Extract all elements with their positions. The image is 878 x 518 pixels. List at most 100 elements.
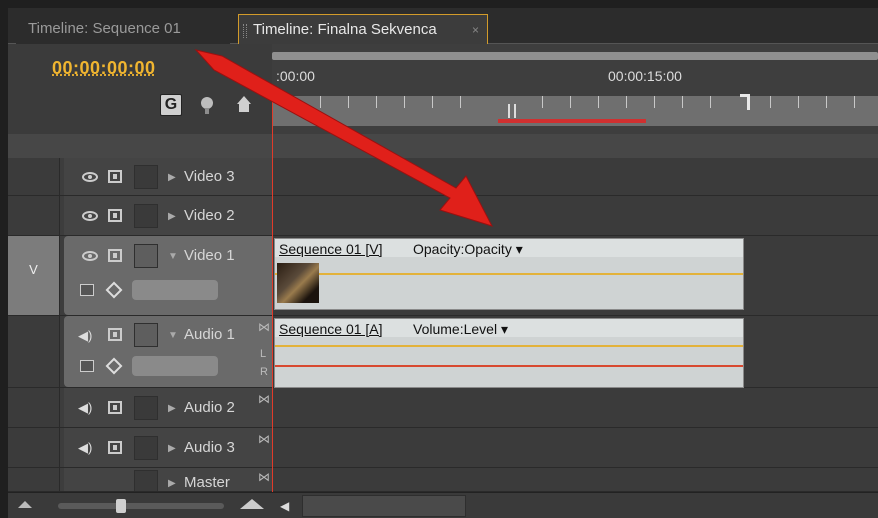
keyframe-icon[interactable] [105,281,123,299]
tick [542,96,543,108]
track-header: ◀) ▶ Audio 2 ⋈ [64,388,272,427]
scroll-left-icon[interactable]: ◀ [280,499,289,513]
track-header: ◀) ▼ Audio 1 ⋈ L R [64,316,272,387]
clip-name: Sequence 01 [A] [279,321,383,337]
clip-separator [275,345,743,347]
snap-icon[interactable]: G [160,94,182,116]
viewing-area-bar[interactable] [272,52,878,60]
audio-clip[interactable]: Sequence 01 [A] Volume:Level ▾ [274,318,744,388]
timeline-panel: Timeline: Sequence 01 Timeline: Finalna … [0,0,878,518]
set-marker-icon[interactable] [198,94,216,116]
track-header: ▶ Video 3 [64,158,272,195]
track-target[interactable] [8,428,60,467]
tick [654,96,655,108]
lock-toggle[interactable] [134,436,158,460]
tick [376,96,377,108]
eye-icon[interactable] [82,172,98,182]
track-target[interactable] [8,388,60,427]
track-area[interactable]: Sequence 01 [A] Volume:Level ▾ [272,316,878,388]
close-icon[interactable]: × [472,15,479,45]
track-name: Video 1 [184,247,235,264]
tick [710,96,711,108]
set-encore-marker-icon[interactable] [236,94,252,116]
lock-toggle[interactable] [134,470,158,491]
display-style-icon[interactable] [80,284,94,296]
expand-triangle-icon[interactable]: ▶ [168,172,176,183]
time-ruler[interactable]: :00:00 00:00:15:00 [272,44,878,134]
keyframe-navigator[interactable] [132,356,218,376]
work-area-handle[interactable] [508,104,516,118]
zoom-slider[interactable] [58,503,224,509]
track-header: ▶ Master ⋈ [64,468,272,491]
eye-icon[interactable] [82,211,98,221]
track-area[interactable] [272,196,878,235]
zoom-slider-thumb[interactable] [116,499,126,513]
source-track-v[interactable]: V [8,236,60,315]
eye-icon[interactable] [82,251,98,261]
clip-name: Sequence 01 [V] [279,241,383,257]
opacity-line[interactable] [275,273,743,275]
track-area[interactable] [272,428,878,467]
track-header: ◀) ▶ Audio 3 ⋈ [64,428,272,467]
sync-lock-icon[interactable] [108,209,122,222]
track-target[interactable] [8,158,60,195]
track-video-1: V ▼ Video 1 Sequence 01 [V] Opacity:Opac… [8,236,878,316]
sync-lock-icon[interactable] [108,401,122,414]
expand-triangle-icon[interactable]: ▶ [168,211,176,222]
keyframe-icon[interactable] [105,357,123,375]
collapse-triangle-icon[interactable]: ▼ [168,330,178,341]
lock-toggle[interactable] [134,244,158,268]
clip-property-menu[interactable]: Volume:Level ▾ [413,321,508,338]
sync-lock-icon[interactable] [108,328,122,341]
tab-bar: Timeline: Sequence 01 Timeline: Finalna … [8,8,878,44]
speaker-icon[interactable]: ◀) [78,400,100,415]
expand-triangle-icon[interactable]: ▶ [168,443,176,454]
video-clip[interactable]: Sequence 01 [V] Opacity:Opacity ▾ [274,238,744,310]
keyframe-navigator[interactable] [132,280,218,300]
waveform-icon[interactable] [80,360,94,372]
track-header: ▶ Video 2 [64,196,272,235]
tick [598,96,599,108]
ruler-mid-label: 00:00:15:00 [608,68,682,84]
current-timecode[interactable]: 00:00:00:00 [52,58,156,79]
zoom-in-icon[interactable] [240,499,264,509]
sync-lock-icon[interactable] [108,170,122,183]
work-area-bar[interactable] [498,119,646,123]
track-target[interactable] [8,316,60,387]
end-marker-icon[interactable] [740,94,750,110]
channel-right-label: R [260,366,268,378]
track-area[interactable] [272,388,878,427]
playhead-line[interactable] [272,84,273,492]
channel-left-label: L [260,348,267,360]
lock-toggle[interactable] [134,396,158,420]
track-target[interactable] [8,196,60,235]
sync-lock-icon[interactable] [108,441,122,454]
tick [460,96,461,108]
drag-grip-icon[interactable] [243,24,247,38]
expand-triangle-icon[interactable]: ▶ [168,478,176,489]
lock-toggle[interactable] [134,204,158,228]
lock-toggle[interactable] [134,165,158,189]
tick [292,96,293,108]
speaker-icon[interactable]: ◀) [78,440,100,455]
tab-finalna-sekvenca[interactable]: Timeline: Finalna Sekvenca × [238,14,488,44]
lock-toggle[interactable] [134,323,158,347]
track-area[interactable] [272,158,878,195]
track-name: Audio 2 [184,399,235,416]
horizontal-scrollbar[interactable] [302,495,466,517]
zoom-out-icon[interactable] [18,501,32,508]
track-name: Audio 1 [184,326,235,343]
volume-line[interactable] [275,365,743,367]
tick [854,96,855,108]
sync-icon: ⋈ [258,320,270,334]
track-target[interactable] [8,468,60,491]
track-area[interactable]: Sequence 01 [V] Opacity:Opacity ▾ [272,236,878,315]
collapse-triangle-icon[interactable]: ▼ [168,251,178,262]
clip-property-menu[interactable]: Opacity:Opacity ▾ [413,241,523,258]
expand-triangle-icon[interactable]: ▶ [168,403,176,414]
speaker-icon[interactable]: ◀) [78,328,100,343]
track-area[interactable] [272,468,878,491]
sync-lock-icon[interactable] [108,249,122,262]
tick [826,96,827,108]
tab-sequence-01[interactable]: Timeline: Sequence 01 [16,14,230,44]
